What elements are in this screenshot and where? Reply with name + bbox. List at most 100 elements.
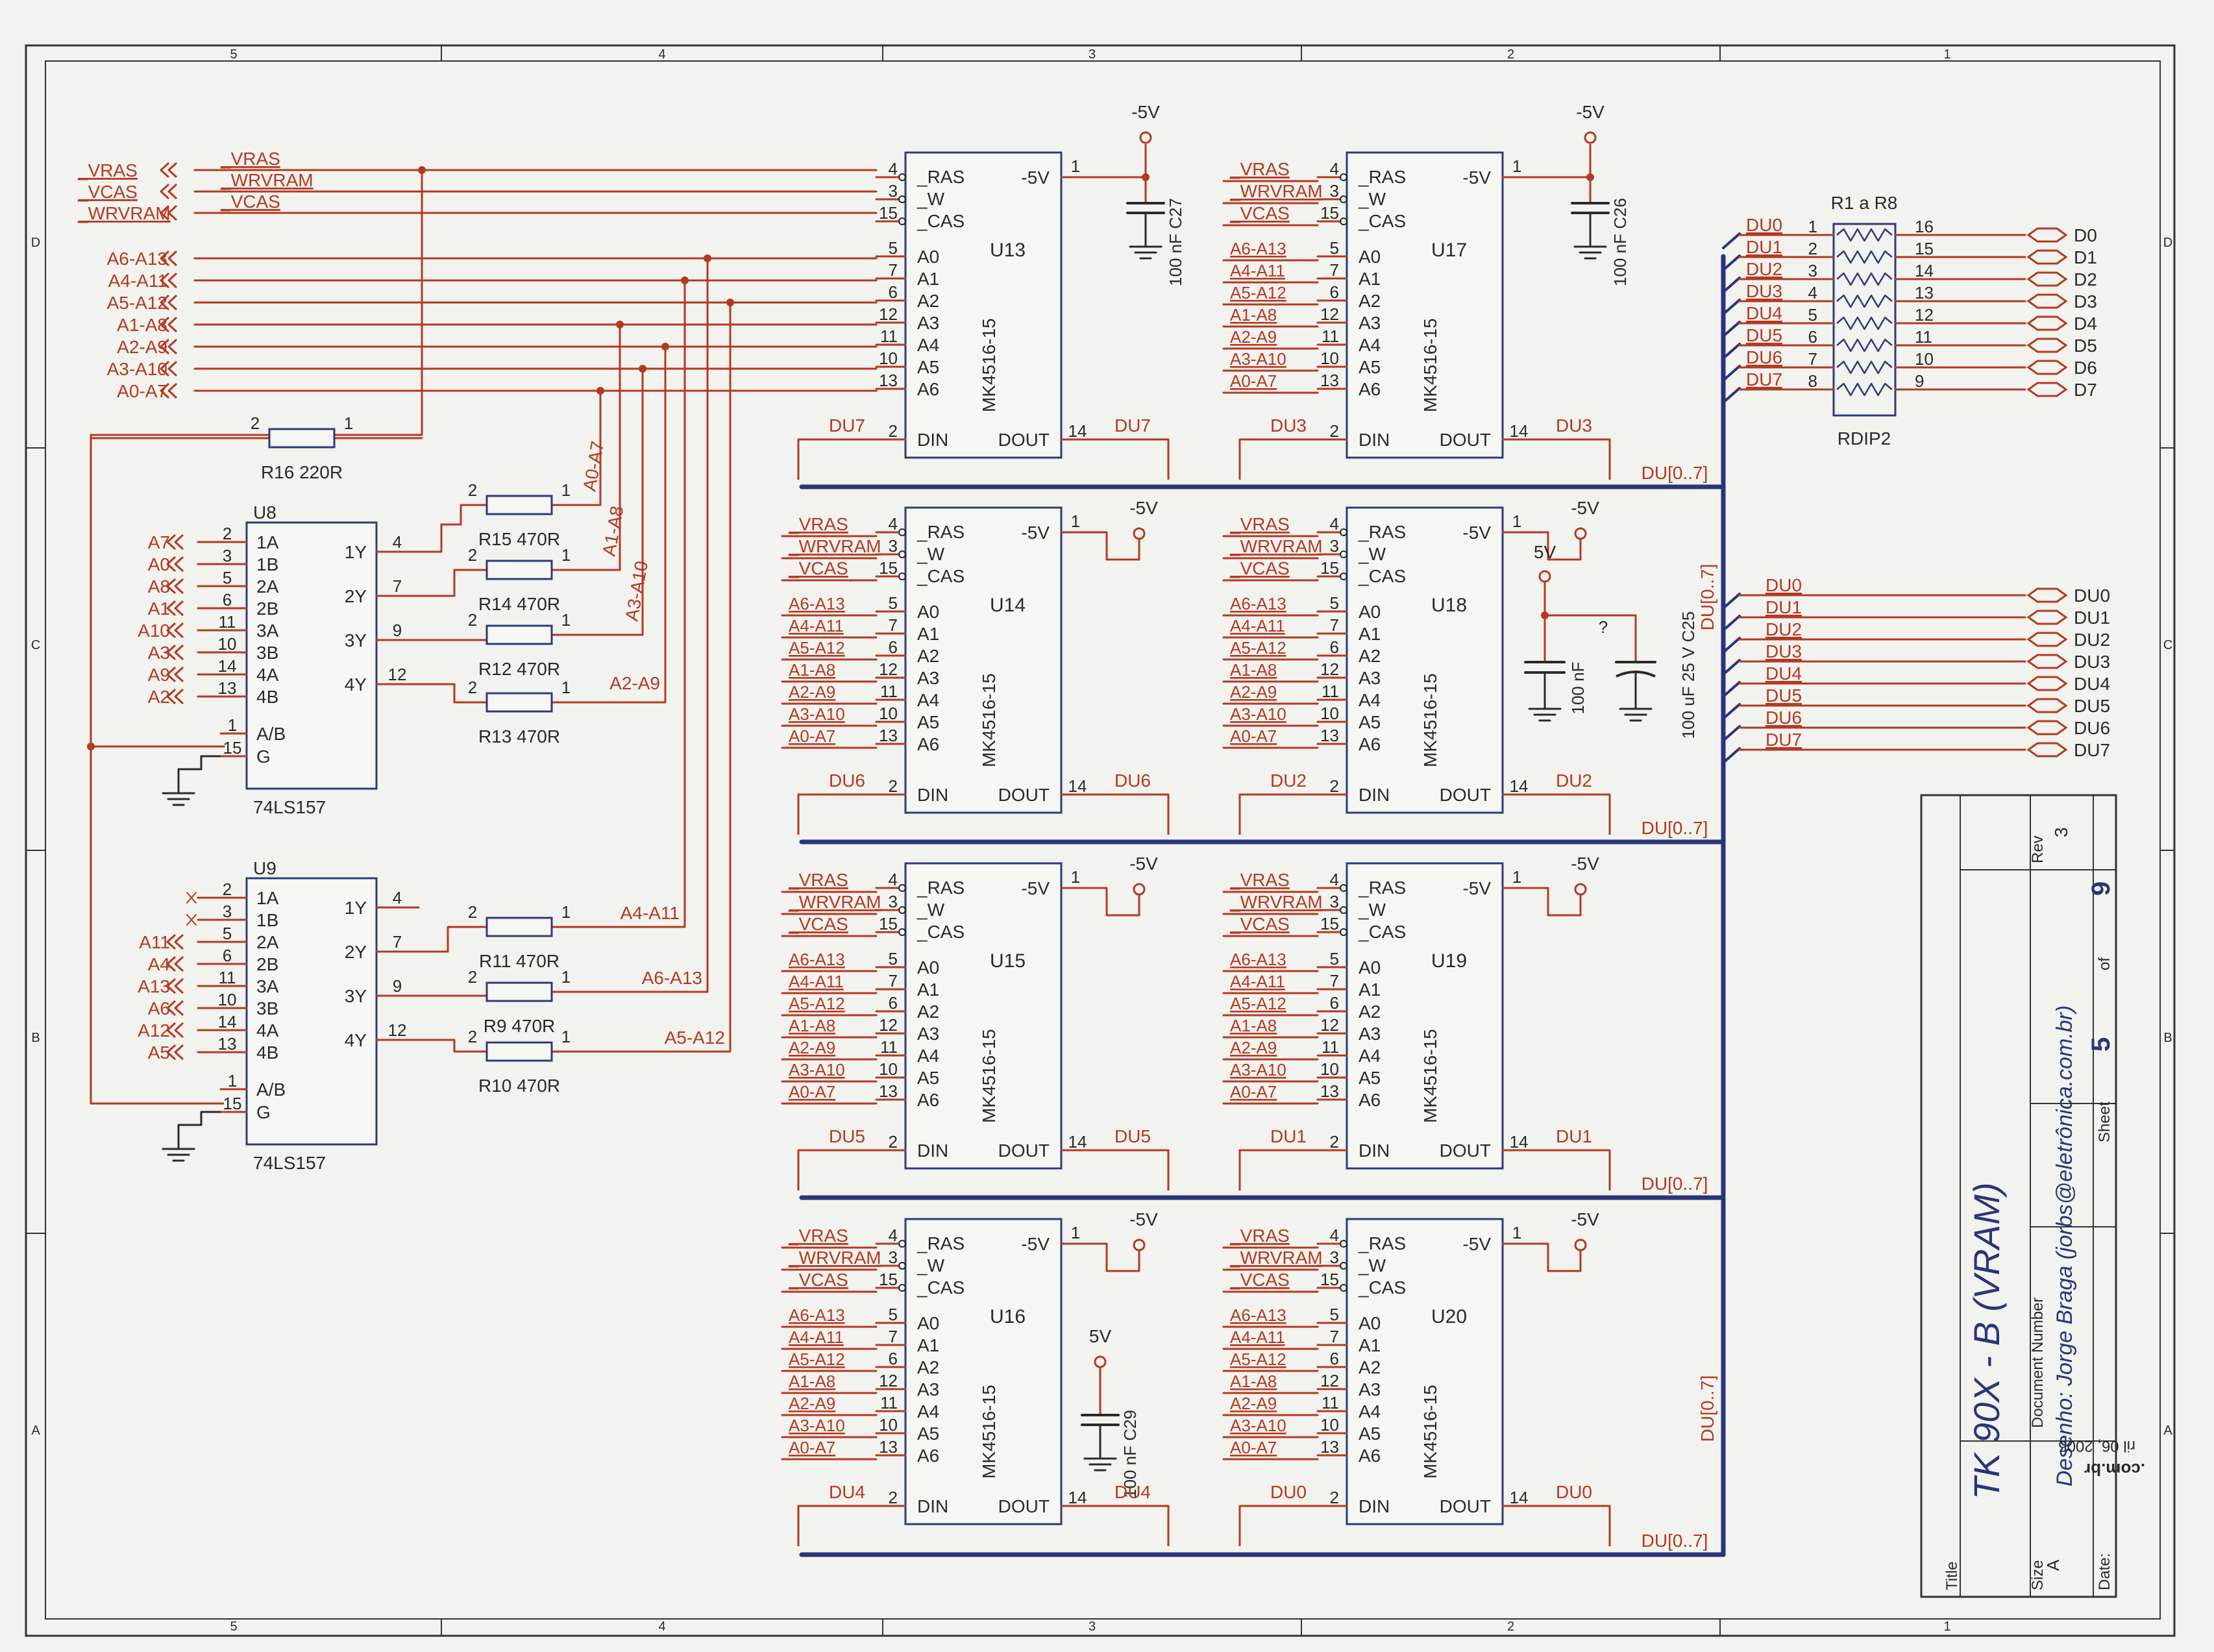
- pin-name: -5V: [1462, 167, 1491, 188]
- control-net-label: _VCAS: [220, 191, 280, 212]
- pin-name: A5: [917, 1068, 939, 1088]
- pin-name: DIN: [917, 430, 948, 450]
- pin-name: A6: [1359, 1090, 1381, 1110]
- pin-number: 6: [889, 1349, 898, 1368]
- pin-number: 2: [223, 524, 232, 543]
- pin-name: -5V: [1462, 878, 1491, 898]
- pin-number: 3: [1330, 1248, 1339, 1267]
- pin-number: 13: [1320, 1081, 1339, 1101]
- pin-number: 2: [468, 610, 477, 630]
- pin-number: 12: [1320, 304, 1339, 324]
- grid-row-label: D: [2163, 236, 2172, 250]
- chip-ref: U15: [990, 950, 1026, 972]
- document-number: Desenho: Jorge Braga (jorbs@eletrônica.c…: [2052, 1005, 2077, 1486]
- pin-name: A0: [1359, 602, 1381, 622]
- pin-name: A5: [917, 1424, 939, 1444]
- pin-number: 14: [1510, 1132, 1529, 1152]
- title-field-label: Sheet: [2096, 1102, 2113, 1142]
- supply-label: -5V: [1129, 498, 1158, 518]
- mux-input-label: A6: [148, 998, 170, 1018]
- grid-col-label: 5: [230, 47, 237, 62]
- mux-input-label: A8: [148, 576, 170, 597]
- mux-input-label: A11: [139, 932, 170, 952]
- pin-number: 13: [879, 1437, 898, 1457]
- control-net-label: _WRVRAM: [788, 536, 881, 556]
- pin-number: 11: [1322, 682, 1339, 701]
- pin-name: A3: [917, 313, 939, 333]
- pin-name: A2: [917, 646, 939, 666]
- pin-number: 14: [1510, 421, 1529, 441]
- addr-net-label: A0-A7: [1230, 726, 1277, 746]
- addr-net-label: A1-A8: [789, 660, 835, 680]
- rdip-part: RDIP2: [1838, 428, 1891, 449]
- resistor-label: R12 470R: [478, 659, 560, 679]
- pin-number: 1: [1512, 156, 1521, 176]
- pin-number: 5: [1808, 305, 1817, 325]
- pin-number: 5: [223, 568, 232, 587]
- pin-number: 13: [879, 726, 898, 745]
- cap-label: 100 uF 25 V C25: [1679, 611, 1698, 739]
- pin-number: 13: [879, 1081, 898, 1101]
- data-net-label: DU3: [1556, 415, 1592, 436]
- grid-col-label: 2: [1507, 1620, 1514, 1634]
- pin-name: DIN: [917, 1140, 948, 1161]
- pin-number: 11: [880, 1393, 898, 1412]
- pin-number: 7: [1330, 615, 1339, 635]
- pin-number: 10: [1320, 704, 1339, 723]
- addr-net-label: A0-A7: [1230, 371, 1277, 391]
- pin-number: 5: [889, 949, 898, 968]
- du-net-label: DU3: [1765, 641, 1802, 661]
- pin-number: 4: [393, 532, 402, 552]
- pin-number: 3: [889, 892, 898, 911]
- pin-number: 7: [1330, 260, 1339, 280]
- pin-number: 6: [1330, 282, 1339, 302]
- pin-name: _RAS: [916, 1233, 965, 1253]
- pin-number: 14: [1068, 776, 1087, 796]
- du-port-label: DU2: [2074, 630, 2110, 650]
- pin-name: _W: [916, 900, 945, 920]
- control-net-label: _VRAS: [1229, 1226, 1290, 1246]
- supply-label: -5V: [1129, 1209, 1158, 1229]
- chip-part: MK4516-15: [979, 1385, 999, 1479]
- resistor-net-label: A4-A11: [621, 903, 680, 923]
- du-port-label: DU1: [2074, 608, 2110, 628]
- pin-number: 11: [1322, 1393, 1339, 1412]
- pin-number: 10: [879, 1415, 898, 1435]
- chip-ref: U19: [1431, 950, 1467, 972]
- pin-name: A2: [1359, 291, 1381, 311]
- pin-name: A1: [917, 980, 939, 1000]
- mux-input-label: A1: [148, 598, 170, 619]
- pin-name: A6: [1359, 1446, 1381, 1466]
- addr-net-label: A5-A12: [789, 638, 845, 658]
- addr-net-label: A2-A9: [1230, 682, 1277, 702]
- pin-name: 4Y: [345, 674, 367, 695]
- pin-name: A0: [1359, 1313, 1381, 1333]
- control-net-label: _VRAS: [788, 1226, 848, 1246]
- pin-number: 5: [1330, 593, 1339, 613]
- addr-net-label: A1-A8: [1230, 1372, 1277, 1391]
- addr-net-label: A1-A8: [1230, 305, 1277, 325]
- pin-number: 13: [879, 371, 898, 390]
- pin-number: 2: [1808, 239, 1817, 258]
- pin-number: 1: [561, 545, 571, 565]
- pin-name: A5: [1359, 357, 1381, 377]
- pin-number: 10: [218, 634, 237, 654]
- pin-number: 11: [880, 1037, 898, 1057]
- data-port-label: D2: [2074, 269, 2097, 290]
- pin-name: _W: [916, 544, 945, 564]
- resistor-body: [486, 692, 553, 713]
- rdip-net-label: DU0: [1746, 215, 1782, 235]
- pin-number: 1: [1071, 1223, 1080, 1242]
- supply-label: -5V: [1131, 102, 1160, 122]
- pin-name: 1Y: [345, 542, 367, 562]
- control-net-label: _VCAS: [1229, 203, 1290, 223]
- rdip-ref: R1 a R8: [1831, 193, 1898, 213]
- grid-col-label: 2: [1507, 47, 1514, 62]
- pin-number: 2: [223, 880, 232, 899]
- pin-name: DOUT: [998, 430, 1050, 450]
- data-port-label: D6: [2074, 358, 2097, 378]
- addr-net-label: A3-A10: [107, 359, 167, 379]
- pin-number: 13: [218, 1034, 237, 1054]
- pin-number: 1: [228, 715, 237, 735]
- pin-number: 6: [1330, 1349, 1339, 1368]
